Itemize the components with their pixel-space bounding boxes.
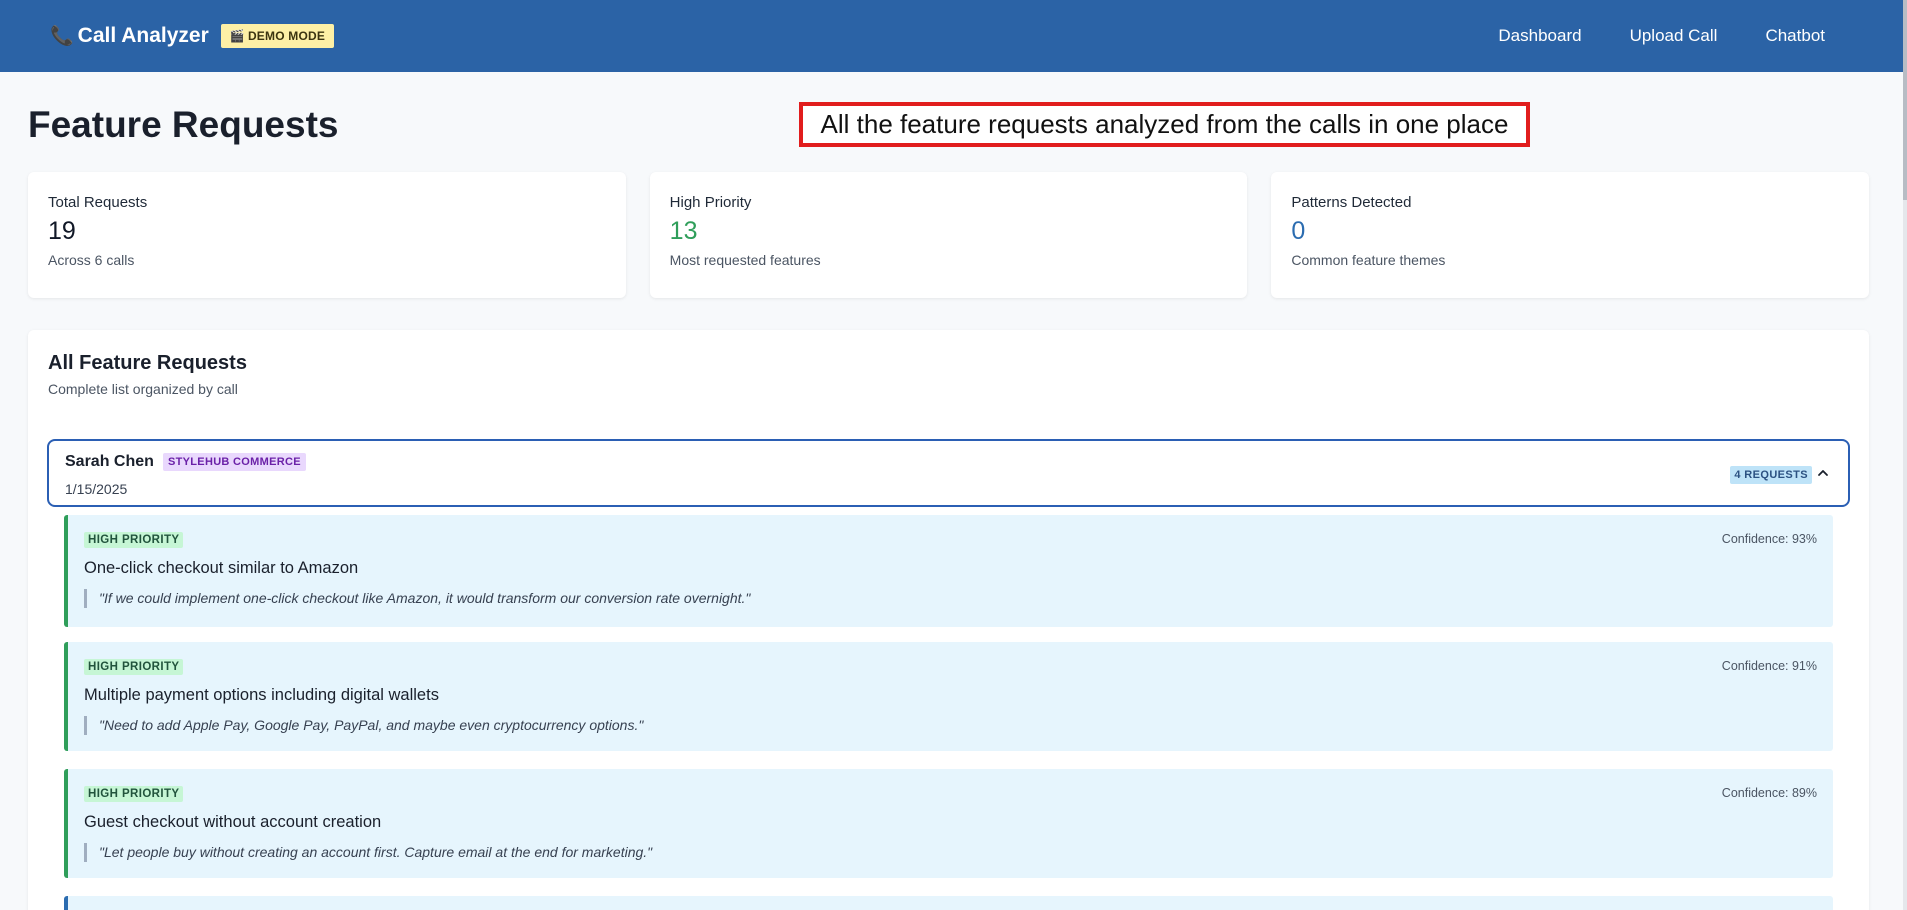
feature-request-card: HIGH PRIORITY Confidence: 91% Multiple p…	[64, 642, 1833, 751]
request-quote: "If we could implement one-click checkou…	[84, 589, 750, 608]
feature-request-card: HIGH PRIORITY Confidence: 89% Guest chec…	[64, 769, 1833, 878]
scrollbar-thumb[interactable]	[1903, 0, 1907, 200]
company-badge: STYLEHUB COMMERCE	[163, 453, 306, 471]
panel-subtitle: Complete list organized by call	[48, 381, 238, 397]
app-title: Call Analyzer	[77, 24, 209, 47]
main-nav: Dashboard Upload Call Chatbot	[1498, 0, 1825, 72]
request-title: One-click checkout similar to Amazon	[84, 559, 359, 577]
priority-badge: HIGH PRIORITY	[84, 532, 184, 548]
stat-subtext: Common feature themes	[1291, 252, 1446, 268]
annotation-callout: All the feature requests analyzed from t…	[799, 102, 1530, 147]
request-quote: "Let people buy without creating an acco…	[84, 843, 652, 862]
stat-subtext: Across 6 calls	[48, 252, 135, 268]
feature-requests-panel: All Feature Requests Complete list organ…	[28, 330, 1869, 910]
page-scrollbar[interactable]	[1903, 0, 1907, 910]
demo-mode-label: DEMO MODE	[247, 29, 326, 43]
phone-icon: 📞	[50, 26, 74, 47]
call-accordion-header[interactable]: Sarah Chen STYLEHUB COMMERCE 1/15/2025 4…	[47, 439, 1850, 507]
confidence-score: Confidence: 93%	[1721, 532, 1817, 546]
requests-count-badge: 4 REQUESTS	[1730, 466, 1812, 484]
panel-title: All Feature Requests	[48, 352, 247, 374]
request-title: Guest checkout without account creation	[84, 813, 382, 831]
chevron-up-icon[interactable]	[1816, 466, 1830, 480]
request-title: Multiple payment options including digit…	[84, 686, 439, 704]
demo-mode-badge: 🎬 DEMO MODE	[220, 24, 335, 48]
confidence-score: Confidence: 91%	[1721, 659, 1817, 673]
stat-value: 0	[1291, 217, 1306, 245]
feature-request-card	[64, 896, 1833, 910]
confidence-score: Confidence: 89%	[1721, 786, 1817, 800]
stat-value: 13	[669, 217, 698, 245]
feature-request-card: HIGH PRIORITY Confidence: 93% One-click …	[64, 515, 1833, 627]
stat-card-patterns-detected: Patterns Detected 0 Common feature theme…	[1271, 172, 1870, 298]
nav-dashboard[interactable]: Dashboard	[1498, 26, 1581, 46]
clapperboard-icon: 🎬	[229, 29, 245, 43]
priority-badge: HIGH PRIORITY	[84, 786, 184, 802]
stat-value: 19	[48, 217, 76, 245]
stat-card-high-priority: High Priority 13 Most requested features	[649, 172, 1248, 298]
stats-row: Total Requests 19 Across 6 calls High Pr…	[28, 172, 1870, 298]
caller-name: Sarah Chen	[65, 453, 154, 470]
call-date: 1/15/2025	[65, 481, 128, 497]
stat-subtext: Most requested features	[669, 252, 821, 268]
priority-badge: HIGH PRIORITY	[84, 659, 184, 675]
stat-label: Total Requests	[48, 194, 148, 211]
nav-upload-call[interactable]: Upload Call	[1630, 26, 1718, 46]
stat-label: High Priority	[669, 194, 752, 211]
nav-chatbot[interactable]: Chatbot	[1765, 26, 1825, 46]
brand[interactable]: 📞 Call Analyzer 🎬 DEMO MODE	[50, 24, 335, 48]
top-navbar: 📞 Call Analyzer 🎬 DEMO MODE Dashboard Up…	[0, 0, 1903, 72]
page-title: Feature Requests	[28, 104, 339, 145]
request-quote: "Need to add Apple Pay, Google Pay, PayP…	[84, 716, 643, 735]
stat-label: Patterns Detected	[1291, 194, 1412, 211]
stat-card-total-requests: Total Requests 19 Across 6 calls	[28, 172, 626, 298]
